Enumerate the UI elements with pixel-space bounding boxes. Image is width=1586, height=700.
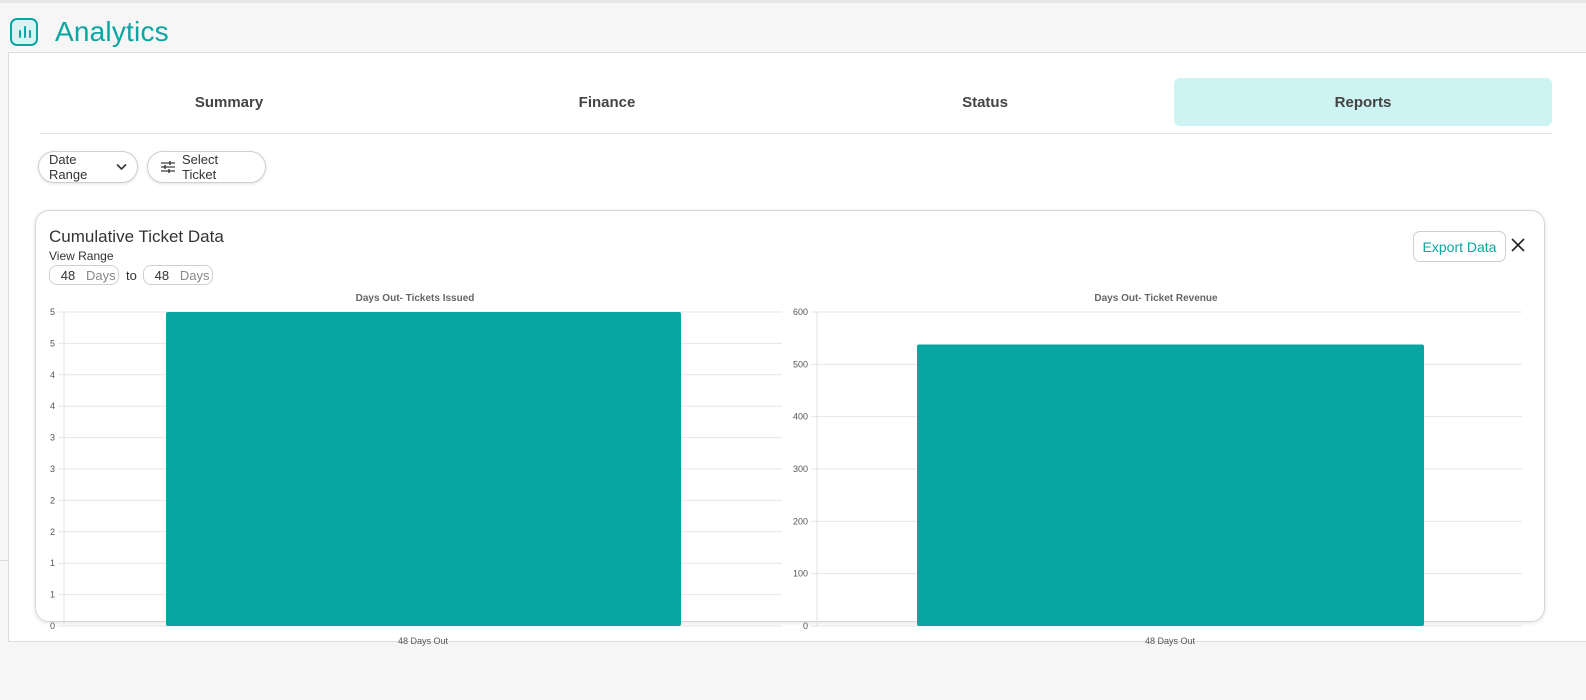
range-from-value: 48 [60, 267, 76, 283]
y-tick-label: 2 [50, 527, 55, 537]
range-to-unit: Days [179, 267, 210, 283]
tab-finance[interactable]: Finance [418, 78, 796, 126]
page-header: Analytics [10, 14, 169, 50]
y-tick-label: 3 [50, 433, 55, 443]
y-tick-label: 0 [803, 621, 808, 631]
chevron-down-icon [116, 163, 127, 171]
y-tick-label: 200 [793, 516, 808, 526]
filter-bar: Date Range Select Ticket [38, 151, 266, 183]
tab-bar: Summary Finance Status Reports [40, 78, 1552, 134]
export-data-button[interactable]: Export Data [1413, 231, 1506, 262]
sliders-icon [161, 161, 175, 173]
view-range-controls: 48 Days to 48 Days [49, 265, 213, 285]
tab-reports[interactable]: Reports [1174, 78, 1552, 126]
y-tick-label: 400 [793, 412, 808, 422]
y-tick-label: 500 [793, 359, 808, 369]
bar-chart-icon [10, 18, 38, 46]
y-tick-label: 1 [50, 558, 55, 568]
x-tick-label: 48 Days Out [398, 636, 449, 646]
ticket-revenue-chart: Days Out- Ticket Revenue 0 100 200 300 400 500… [793, 293, 1522, 646]
y-tick-label: 3 [50, 464, 55, 474]
close-icon[interactable] [1510, 237, 1526, 253]
range-from-unit: Days [86, 267, 116, 283]
y-tick-label: 4 [50, 401, 55, 411]
y-tick-label: 1 [50, 590, 55, 600]
top-border [0, 0, 1586, 3]
chart-title: Days Out- Tickets Issued [356, 293, 475, 304]
tab-summary[interactable]: Summary [40, 78, 418, 126]
range-to-value: 48 [154, 267, 170, 283]
divider [0, 560, 8, 561]
y-tick-label: 5 [50, 338, 55, 348]
tab-status[interactable]: Status [796, 78, 1174, 126]
tickets-issued-chart: Days Out- Tickets Issued 0 1 1 2 2 3 3 4 4 5 5 48 Da… [50, 293, 782, 646]
date-range-dropdown[interactable]: Date Range [38, 151, 138, 183]
date-range-label: Date Range [49, 152, 88, 182]
view-range-label: View Range [49, 249, 114, 263]
page-title: Analytics [55, 16, 169, 47]
y-tick-label: 5 [50, 307, 55, 317]
chart-title: Days Out- Ticket Revenue [1094, 293, 1218, 304]
x-tick-label: 48 Days Out [1145, 636, 1196, 646]
bar [917, 344, 1424, 626]
range-from-input[interactable]: 48 Days [49, 265, 119, 285]
card-title: Cumulative Ticket Data [49, 227, 224, 246]
y-tick-label: 600 [793, 307, 808, 317]
range-to-label: to [126, 267, 137, 283]
y-tick-label: 0 [50, 621, 55, 631]
y-tick-label: 300 [793, 464, 808, 474]
select-ticket-button[interactable]: Select Ticket [147, 151, 266, 183]
bar [166, 312, 681, 626]
range-to-input[interactable]: 48 Days [142, 265, 213, 285]
y-tick-label: 100 [793, 569, 808, 579]
select-ticket-label: Select Ticket [182, 152, 219, 182]
y-tick-label: 2 [50, 495, 55, 505]
y-tick-label: 4 [50, 370, 55, 380]
